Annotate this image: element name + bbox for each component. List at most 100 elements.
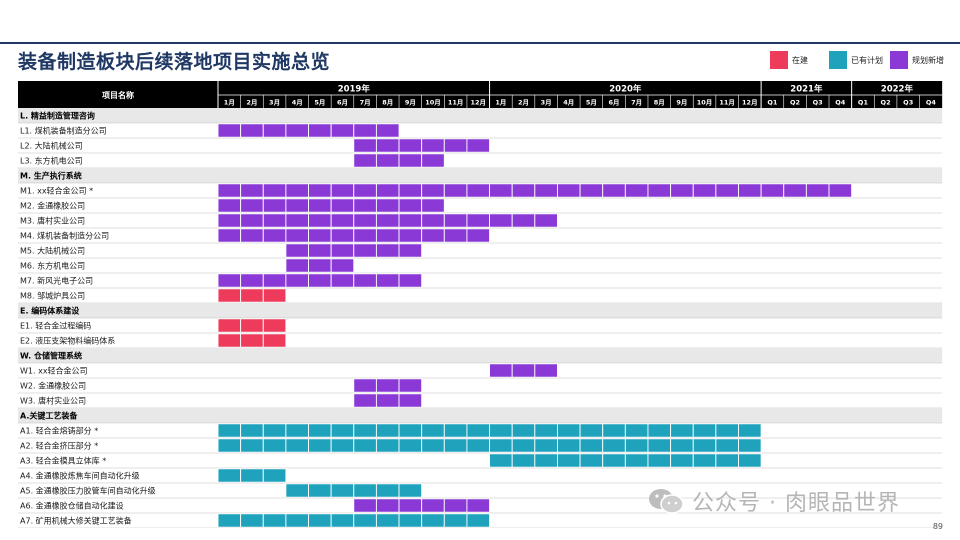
row-label: M1. xx轻合金公司 *: [20, 186, 93, 196]
legend-item-new: 规划新增: [890, 51, 944, 69]
gantt-cell: [511, 213, 536, 228]
row-label: A4. 金通橡胶炼焦车间自动化升级: [20, 471, 140, 481]
period-header: 7月: [631, 99, 642, 107]
gantt-cell: [421, 228, 445, 243]
gantt-cell: [421, 153, 445, 168]
period-header: 10月: [697, 99, 713, 107]
gantt-cell: [738, 183, 762, 198]
gantt-cell: [489, 213, 513, 228]
gantt-cell: [375, 213, 400, 228]
gantt-cell: [308, 123, 332, 138]
row-label: A1. 轻合金熔铸部分 *: [20, 426, 98, 436]
gantt-cell: [398, 498, 423, 513]
gantt-cell: [421, 213, 445, 228]
period-header: 8月: [654, 99, 665, 107]
gantt-cell: [308, 423, 332, 438]
section-title: L. 精益制造管理咨询: [20, 111, 95, 121]
period-header: 1月: [224, 99, 235, 107]
gantt-cell: [511, 363, 536, 378]
gantt-cell: [240, 228, 264, 243]
gantt-cell: [398, 243, 423, 258]
period-header: 2月: [518, 99, 529, 107]
gantt-cell: [443, 498, 468, 513]
year-header: 2019年: [338, 84, 371, 95]
gantt-cell: [353, 153, 377, 168]
gantt-cell: [330, 243, 355, 258]
gantt-cell: [262, 123, 287, 138]
page-title: 装备制造板块后续落地项目实施总览: [18, 51, 331, 73]
row-label: W3. 唐村实业公司: [20, 396, 86, 406]
gantt-cell: [353, 423, 377, 438]
gantt-cell: [308, 228, 332, 243]
gantt-cell: [602, 438, 626, 453]
gantt-cell: [647, 423, 672, 438]
gantt-cell: [489, 363, 513, 378]
period-header: 7月: [360, 99, 371, 107]
gantt-cell: [375, 393, 400, 408]
gantt-cell: [421, 198, 445, 213]
gantt-cell: [375, 183, 400, 198]
period-header: 10月: [425, 99, 441, 107]
gantt-cell: [330, 273, 355, 288]
period-header: 5月: [586, 99, 597, 107]
gantt-cell: [692, 183, 717, 198]
gantt-cell: [670, 423, 694, 438]
gantt-cell: [217, 213, 242, 228]
gantt-cell: [489, 183, 513, 198]
gantt-cell: [262, 333, 287, 348]
gantt-cell: [647, 438, 672, 453]
gantt-cell: [262, 288, 287, 303]
gantt-cell: [240, 288, 264, 303]
gantt-cell: [353, 498, 377, 513]
gantt-cell: [421, 183, 445, 198]
gantt-cell: [262, 213, 287, 228]
period-header: 11月: [719, 99, 735, 107]
section-title: M. 生产执行系统: [20, 171, 82, 181]
row-label: A7. 矿用机械大修关键工艺装备: [20, 516, 132, 526]
gantt-cell: [262, 318, 287, 333]
gantt-cell: [579, 438, 604, 453]
gantt-cell: [217, 273, 242, 288]
period-header: Q2: [790, 99, 800, 107]
gantt-cell: [375, 273, 400, 288]
gantt-cell: [353, 183, 377, 198]
gantt-cell: [805, 183, 830, 198]
gantt-cell: [262, 423, 287, 438]
period-header: 5月: [314, 99, 325, 107]
wechat-icon: [646, 486, 686, 516]
gantt-cell: [330, 123, 355, 138]
gantt-cell: [398, 378, 423, 393]
gantt-cell: [285, 198, 309, 213]
row-label: E1. 轻合金过程编码: [20, 321, 91, 331]
section-row-bg: [18, 303, 943, 318]
gantt-cell: [353, 513, 377, 528]
gantt-cell: [308, 198, 332, 213]
gantt-cell: [353, 198, 377, 213]
gantt-cell: [375, 513, 400, 528]
gantt-cell: [466, 423, 491, 438]
gantt-cell: [398, 198, 423, 213]
period-header: Q1: [858, 99, 869, 107]
row-label: M2. 金通橡胶公司: [20, 201, 85, 211]
gantt-cell: [262, 513, 287, 528]
gantt-cell: [715, 453, 739, 468]
year-header: 2022年: [881, 84, 914, 95]
gantt-cell: [421, 498, 445, 513]
gantt-cell: [557, 438, 581, 453]
gantt-cell: [217, 423, 242, 438]
gantt-cell: [353, 273, 377, 288]
gantt-cell: [262, 183, 287, 198]
gantt-cell: [579, 423, 604, 438]
gantt-cell: [308, 513, 332, 528]
gantt-cell: [353, 228, 377, 243]
gantt-cell: [217, 123, 242, 138]
gantt-cell: [217, 318, 242, 333]
gantt-cell: [579, 183, 604, 198]
gantt-cell: [285, 273, 309, 288]
period-header: 9月: [676, 99, 687, 107]
row-label: M3. 唐村实业公司: [20, 216, 85, 226]
row-label: L2. 大陆机械公司: [20, 141, 83, 151]
row-label: L1. 煤机装备制造分公司: [20, 126, 107, 136]
gantt-cell: [692, 423, 717, 438]
gantt-cell: [398, 183, 423, 198]
